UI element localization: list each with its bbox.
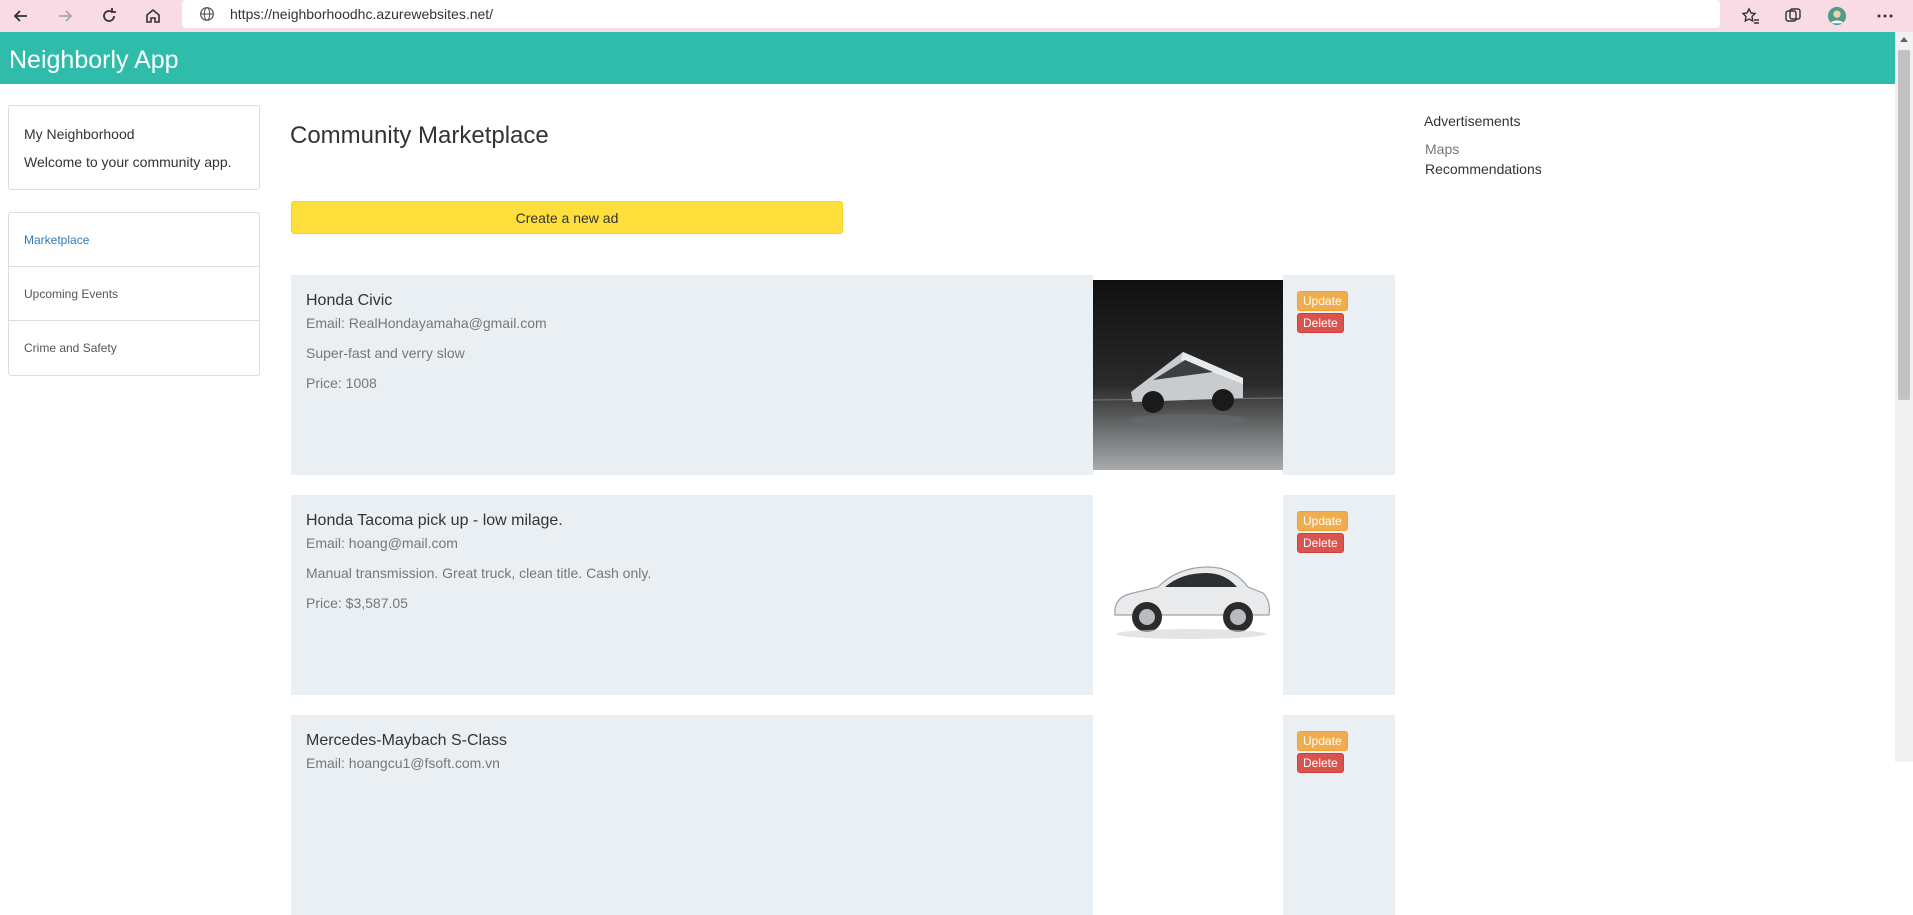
page-title: Community Marketplace [290, 122, 549, 149]
ad-price: Price: $3,587.05 [306, 595, 408, 611]
create-ad-button[interactable]: Create a new ad [291, 201, 843, 234]
advertisements-heading: Advertisements [1424, 113, 1521, 129]
sidebar-item-marketplace[interactable]: Marketplace [9, 213, 259, 267]
ad-title[interactable]: Honda Civic [306, 292, 392, 310]
sidebar-item-crime-and-safety[interactable]: Crime and Safety [9, 321, 259, 375]
intro-panel: My Neighborhood Welcome to your communit… [8, 105, 260, 190]
ad-image [1093, 715, 1283, 915]
page-scrollbar[interactable] [1895, 32, 1913, 762]
intro-title: My Neighborhood [24, 126, 135, 142]
forward-arrow-icon[interactable] [50, 1, 80, 31]
profile-avatar[interactable] [1822, 1, 1852, 31]
update-button[interactable]: Update [1297, 731, 1348, 751]
more-icon[interactable] [1870, 1, 1900, 31]
maps-link[interactable]: Maps [1425, 141, 1459, 157]
ad-price: Price: 1008 [306, 375, 377, 391]
app-title[interactable]: Neighborly App [9, 46, 179, 75]
sidebar-item-upcoming-events[interactable]: Upcoming Events [9, 267, 259, 321]
ad-card: Honda Civic Email: RealHondayamaha@gmail… [291, 275, 1395, 475]
collections-icon[interactable] [1778, 1, 1808, 31]
ad-description: Manual transmission. Great truck, clean … [306, 565, 652, 581]
refresh-icon[interactable] [94, 1, 124, 31]
delete-button[interactable]: Delete [1297, 533, 1344, 553]
back-arrow-icon[interactable] [6, 1, 36, 31]
sidebar-nav: Marketplace Upcoming Events Crime and Sa… [8, 212, 260, 376]
browser-toolbar: https://neighborhoodhc.azurewebsites.net… [0, 0, 1913, 32]
intro-subtitle: Welcome to your community app. [24, 154, 232, 170]
home-icon[interactable] [138, 1, 168, 31]
sidebar-item-label: Crime and Safety [24, 341, 117, 355]
update-button[interactable]: Update [1297, 511, 1348, 531]
right-column: Advertisements Maps Recommendations [1424, 113, 1542, 177]
ad-description: Super-fast and verry slow [306, 345, 465, 361]
delete-button[interactable]: Delete [1297, 753, 1344, 773]
scroll-up-arrow-icon[interactable] [1900, 37, 1908, 42]
sidebar-item-label: Marketplace [24, 233, 90, 247]
ad-image-white-sedan [1093, 495, 1283, 695]
ad-card: Mercedes-Maybach S-Class Email: hoangcu1… [291, 715, 1395, 915]
ad-image-cybertruck [1093, 275, 1283, 475]
app-header: Neighborly App [0, 32, 1895, 84]
ad-title[interactable]: Honda Tacoma pick up - low milage. [306, 512, 563, 530]
delete-button[interactable]: Delete [1297, 313, 1344, 333]
favorites-icon[interactable] [1735, 1, 1765, 31]
scroll-thumb[interactable] [1898, 50, 1910, 400]
recommendations-link[interactable]: Recommendations [1425, 161, 1542, 177]
globe-icon [200, 7, 214, 21]
ad-card: Honda Tacoma pick up - low milage. Email… [291, 495, 1395, 695]
ad-email: Email: hoangcu1@fsoft.com.vn [306, 755, 500, 771]
address-bar[interactable]: https://neighborhoodhc.azurewebsites.net… [182, 0, 1720, 28]
sidebar-item-label: Upcoming Events [24, 287, 119, 301]
ad-title[interactable]: Mercedes-Maybach S-Class [306, 732, 507, 750]
update-button[interactable]: Update [1297, 291, 1348, 311]
ad-email: Email: RealHondayamaha@gmail.com [306, 315, 547, 331]
ad-email: Email: hoang@mail.com [306, 535, 458, 551]
url-text: https://neighborhoodhc.azurewebsites.net… [230, 6, 494, 22]
